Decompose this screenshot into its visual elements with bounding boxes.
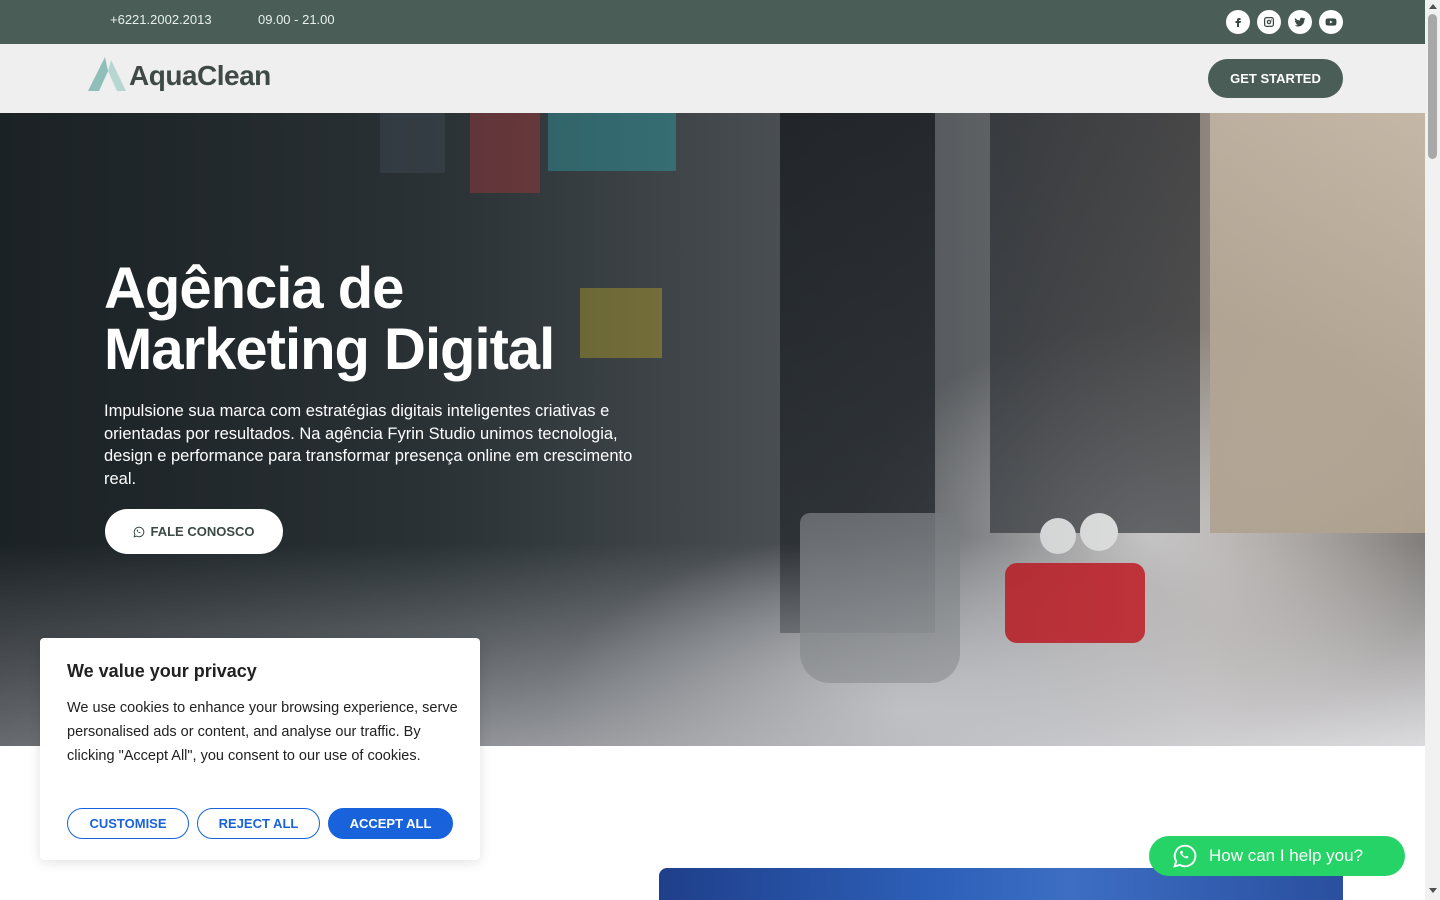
hero-title-line1: Agência de bbox=[104, 256, 404, 321]
scrollbar-thumb[interactable] bbox=[1428, 14, 1437, 159]
scroll-up-arrow-icon[interactable] bbox=[1429, 4, 1437, 9]
youtube-icon[interactable] bbox=[1319, 10, 1343, 34]
phone-number[interactable]: +6221.2002.2013 bbox=[110, 12, 212, 27]
cookie-consent-banner: We value your privacy We use cookies to … bbox=[40, 638, 480, 860]
whatsapp-icon bbox=[134, 526, 145, 537]
instagram-icon[interactable] bbox=[1257, 10, 1281, 34]
opening-hours: 09.00 - 21.00 bbox=[258, 12, 335, 27]
twitter-icon[interactable] bbox=[1288, 10, 1312, 34]
site-logo[interactable]: AquaClean bbox=[87, 56, 271, 92]
hero-title: Agência de Marketing Digital bbox=[104, 258, 704, 380]
cookie-title: We value your privacy bbox=[67, 661, 257, 681]
cookie-description: We use cookies to enhance your browsing … bbox=[67, 700, 458, 764]
whatsapp-chat-label: How can I help you? bbox=[1209, 846, 1364, 865]
accept-all-button[interactable]: ACCEPT ALL bbox=[328, 808, 453, 839]
get-started-button[interactable]: GET STARTED bbox=[1208, 59, 1343, 98]
whatsapp-icon bbox=[1173, 844, 1197, 868]
top-bar: +6221.2002.2013 09.00 - 21.00 bbox=[0, 0, 1425, 44]
hero-title-line2: Marketing Digital bbox=[104, 317, 555, 382]
reject-all-button[interactable]: REJECT ALL bbox=[197, 808, 320, 839]
page-scrollbar[interactable] bbox=[1425, 0, 1440, 900]
logo-mark-icon bbox=[88, 57, 126, 91]
facebook-icon[interactable] bbox=[1226, 10, 1250, 34]
contact-us-label: FALE CONOSCO bbox=[150, 524, 255, 539]
customise-button[interactable]: CUSTOMISE bbox=[67, 808, 189, 839]
scroll-down-arrow-icon[interactable] bbox=[1429, 888, 1437, 893]
hero-description: Impulsione sua marca com estratégias dig… bbox=[104, 402, 633, 488]
logo-text: AquaClean bbox=[129, 60, 271, 91]
contact-us-button[interactable]: FALE CONOSCO bbox=[105, 509, 283, 554]
site-header: AquaClean GET STARTED bbox=[0, 44, 1425, 113]
whatsapp-chat-button[interactable]: How can I help you? bbox=[1149, 836, 1405, 876]
